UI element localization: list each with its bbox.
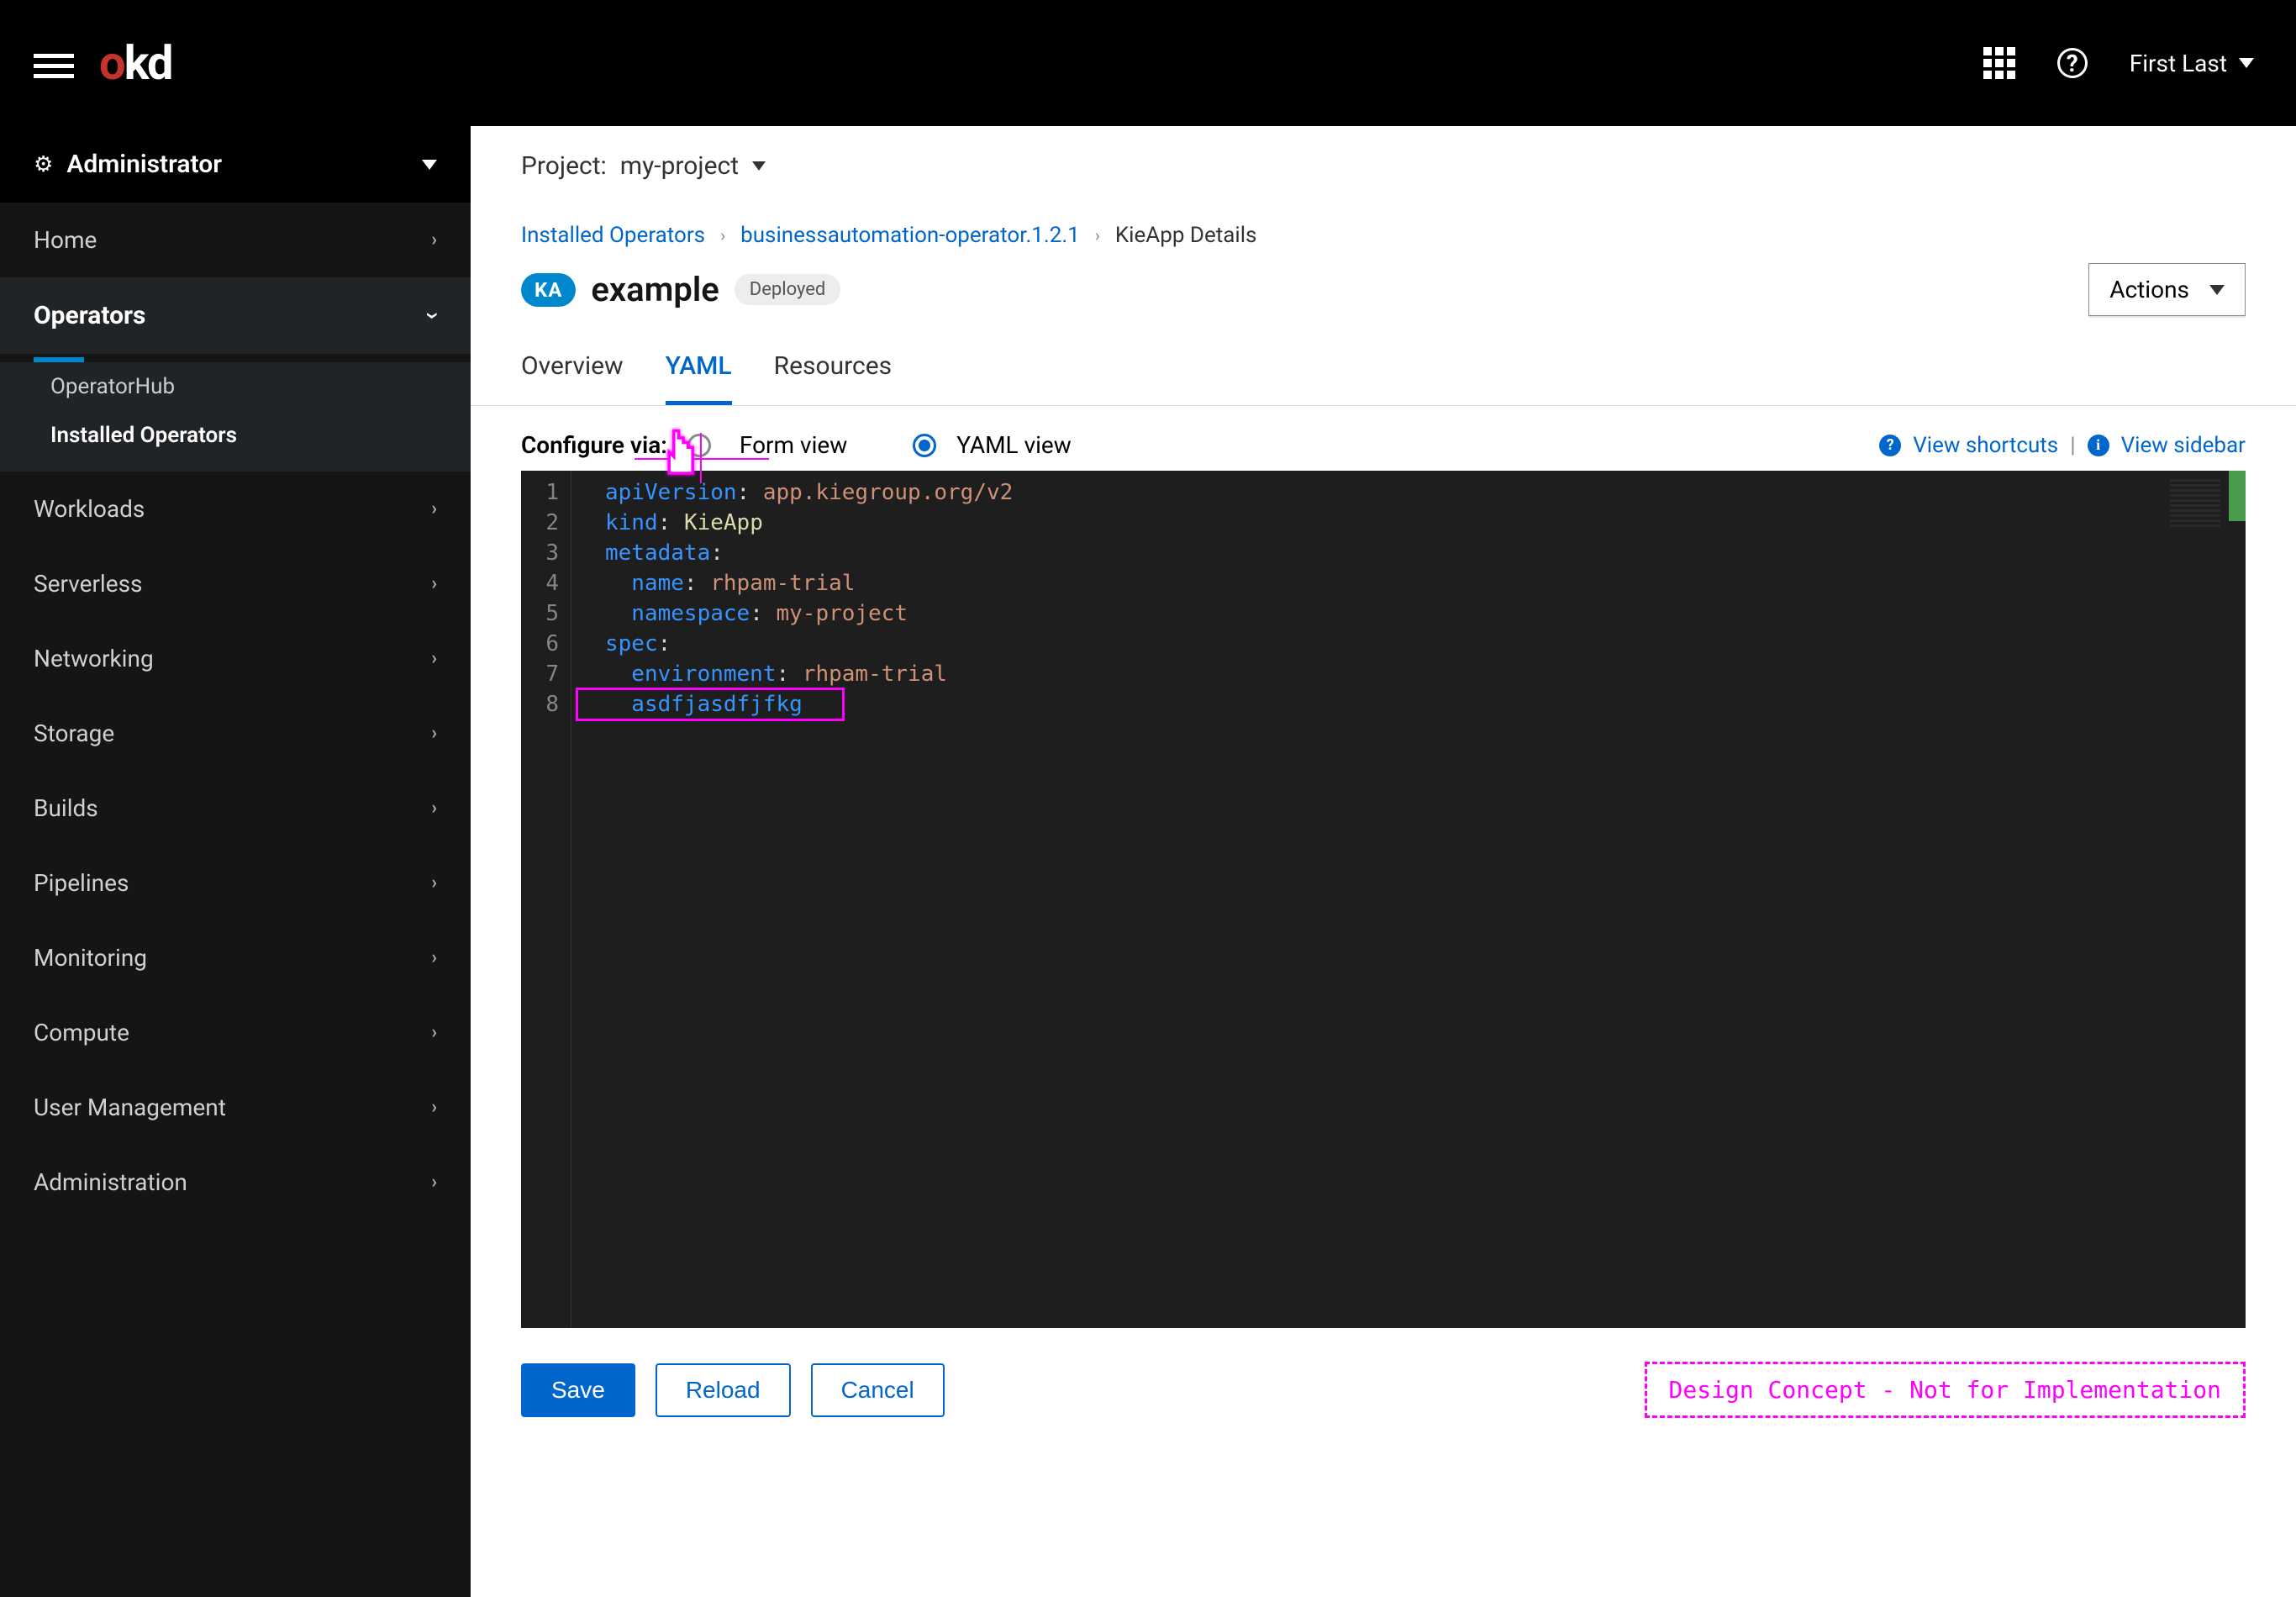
kind-badge: KA (521, 273, 576, 307)
chevron-right-icon: › (431, 1097, 437, 1118)
project-label: Project: (521, 151, 607, 181)
chevron-right-icon: › (431, 573, 437, 594)
scrollbar-indicator[interactable] (2229, 471, 2246, 521)
topbar: okd ? First Last (0, 0, 2296, 126)
sidebar-item-storage[interactable]: Storage› (0, 696, 471, 771)
caret-down-icon (2239, 58, 2254, 68)
chevron-right-icon: › (431, 798, 437, 819)
configure-label: Configure via: (521, 431, 667, 459)
chevron-right-icon: › (431, 723, 437, 744)
chevron-right-icon: › (431, 1172, 437, 1193)
form-view-label: Form view (740, 431, 847, 459)
breadcrumb-operator-version[interactable]: businessautomation-operator.1.2.1 (740, 223, 1080, 248)
sidebar-item-builds[interactable]: Builds› (0, 771, 471, 846)
sidebar-item-operatorhub[interactable]: OperatorHub (0, 362, 471, 411)
resource-name: example (591, 270, 719, 309)
sidebar-item-home[interactable]: Home› (0, 203, 471, 277)
help-icon: ? (1879, 435, 1901, 456)
caret-down-icon (422, 160, 437, 170)
sidebar-item-operators[interactable]: Operators › (0, 277, 471, 354)
gutter-margin (571, 471, 597, 1328)
topbar-left: okd (34, 35, 172, 91)
main-content: Project: my-project Installed Operators … (471, 126, 2296, 1597)
configure-right: ? View shortcuts | i View sidebar (1879, 433, 2246, 458)
sidebar-item-installed-operators[interactable]: Installed Operators (0, 411, 471, 460)
breadcrumb: Installed Operators › businessautomation… (471, 198, 2296, 248)
breadcrumb-current: KieApp Details (1115, 223, 1257, 248)
chevron-right-icon: › (431, 648, 437, 669)
line-gutter: 12345678 (521, 471, 571, 1328)
yaml-view-label: YAML view (956, 431, 1072, 459)
chevron-right-icon: › (720, 225, 725, 245)
tabs: Overview YAML Resources (471, 331, 2296, 406)
view-shortcuts-link[interactable]: View shortcuts (1913, 433, 2058, 458)
separator: | (2070, 433, 2075, 458)
resource-header-left: KA example Deployed (521, 270, 840, 309)
configure-left: Configure via: Form view YAML view (521, 431, 1072, 459)
tab-overview[interactable]: Overview (521, 331, 624, 405)
sidebar-item-compute[interactable]: Compute› (0, 995, 471, 1070)
yaml-editor-wrap: 12345678 apiVersion: app.kiegroup.org/v2… (521, 471, 2246, 1328)
chevron-right-icon: › (431, 947, 437, 968)
save-button[interactable]: Save (521, 1363, 635, 1417)
logo: okd (99, 35, 172, 91)
footer-buttons: Save Reload Cancel (521, 1363, 945, 1417)
user-name: First Last (2130, 50, 2227, 77)
chevron-right-icon: › (431, 872, 437, 893)
reload-button[interactable]: Reload (656, 1363, 791, 1417)
tab-yaml[interactable]: YAML (666, 331, 732, 405)
sidebar: ⚙ Administrator Home› Operators › Operat… (0, 126, 471, 1597)
chevron-right-icon: › (1095, 225, 1100, 245)
editor-footer: Save Reload Cancel Design Concept - Not … (471, 1328, 2296, 1452)
caret-down-icon (2209, 285, 2225, 295)
code-area[interactable]: apiVersion: app.kiegroup.org/v2kind: Kie… (597, 471, 2246, 1328)
resource-header: KA example Deployed Actions (471, 248, 2296, 331)
chevron-right-icon: › (431, 498, 437, 519)
info-icon: i (2088, 435, 2109, 456)
hamburger-menu-icon[interactable] (34, 48, 74, 78)
chevron-down-icon: › (419, 312, 448, 319)
minimap[interactable] (2170, 479, 2220, 530)
perspective-label: Administrator (66, 150, 408, 179)
sidebar-item-workloads[interactable]: Workloads› (0, 472, 471, 546)
actions-label: Actions (2109, 276, 2189, 303)
project-selector[interactable]: Project: my-project (471, 126, 2296, 198)
app-launcher-icon[interactable] (1983, 47, 2015, 79)
sidebar-item-user-management[interactable]: User Management› (0, 1070, 471, 1145)
sidebar-item-administration[interactable]: Administration› (0, 1145, 471, 1220)
caret-down-icon (752, 161, 766, 171)
topbar-right: ? First Last (1983, 47, 2254, 79)
project-name: my-project (620, 151, 739, 181)
view-sidebar-link[interactable]: View sidebar (2121, 433, 2246, 458)
yaml-editor[interactable]: 12345678 apiVersion: app.kiegroup.org/v2… (521, 471, 2246, 1328)
perspective-switcher[interactable]: ⚙ Administrator (0, 126, 471, 203)
status-badge: Deployed (735, 274, 841, 305)
cancel-button[interactable]: Cancel (811, 1363, 945, 1417)
radio-yaml-view[interactable] (913, 434, 936, 457)
sidebar-item-monitoring[interactable]: Monitoring› (0, 920, 471, 995)
tab-resources[interactable]: Resources (774, 331, 893, 405)
sidebar-sub-operators: OperatorHub Installed Operators (0, 362, 471, 472)
gear-icon: ⚙ (34, 152, 53, 177)
sidebar-item-serverless[interactable]: Serverless› (0, 546, 471, 621)
annotation-cursor-icon (660, 426, 707, 491)
chevron-right-icon: › (431, 1022, 437, 1043)
sidebar-item-networking[interactable]: Networking› (0, 621, 471, 696)
help-icon[interactable]: ? (2057, 48, 2088, 78)
configure-row: Configure via: Form view YAML view ? Vie… (471, 406, 2296, 471)
user-menu[interactable]: First Last (2130, 50, 2254, 77)
design-concept-note: Design Concept - Not for Implementation (1645, 1362, 2246, 1418)
actions-dropdown[interactable]: Actions (2088, 263, 2246, 316)
chevron-right-icon: › (431, 229, 437, 250)
sidebar-item-pipelines[interactable]: Pipelines› (0, 846, 471, 920)
breadcrumb-installed-operators[interactable]: Installed Operators (521, 223, 705, 248)
